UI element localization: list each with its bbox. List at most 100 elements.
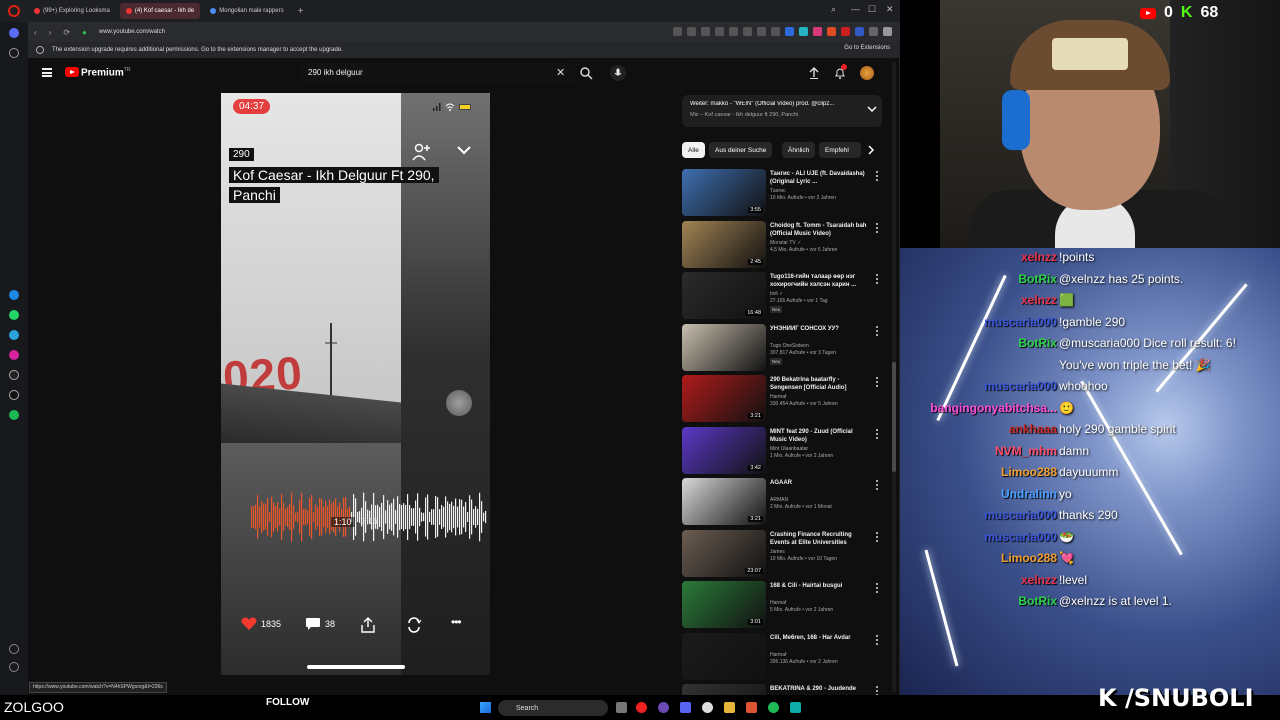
chat-username[interactable]: bangingonyabitchsa... — [930, 401, 1057, 415]
page-scrollbar[interactable] — [892, 62, 896, 692]
spotify-taskbar-icon[interactable] — [768, 702, 779, 713]
chips-next-icon[interactable] — [867, 145, 875, 155]
video-title[interactable]: Choidog ft. Tomm - Tsaraidah bah (Offici… — [770, 222, 868, 238]
add-person-icon[interactable] — [411, 143, 431, 161]
snapshot-icon[interactable] — [673, 27, 682, 36]
forward-icon[interactable]: › — [49, 28, 52, 37]
video-channel[interactable]: Tugo OneSixteen — [770, 343, 868, 350]
chat-username[interactable]: ankhaaa — [1009, 422, 1057, 436]
tab-mongolian-rappers[interactable]: Mongolian male rappers — [204, 3, 289, 19]
upload-icon[interactable] — [807, 66, 821, 80]
more-actions-icon[interactable] — [876, 222, 878, 233]
chat-username[interactable]: Limoo288 — [1001, 551, 1057, 565]
control-knob[interactable] — [446, 390, 472, 416]
video-list-item[interactable]: УНЭНИЙГ СОНСОХ УУ? Tugo OneSixteen 307.817… — [682, 322, 882, 374]
opera-taskbar-icon[interactable] — [636, 702, 647, 713]
youtube-logo-icon[interactable] — [65, 67, 79, 77]
up-next-card[interactable]: Weiter: makko - "WEIN" (Official Video) … — [682, 95, 882, 127]
video-channel[interactable]: Harmaf — [770, 652, 868, 659]
video-channel[interactable]: boli ✓ — [770, 291, 868, 298]
more-options-icon[interactable]: ••• — [451, 615, 462, 629]
video-title[interactable]: Crashing Finance Recruiting Events at El… — [770, 531, 868, 547]
more-actions-icon[interactable] — [876, 325, 878, 336]
video-thumbnail[interactable]: 23:07 — [682, 529, 766, 577]
opera-logo-icon[interactable] — [8, 5, 20, 17]
comment-button[interactable]: 38 — [305, 617, 335, 631]
more-actions-icon[interactable] — [876, 480, 878, 490]
heart-outline-icon[interactable] — [729, 27, 738, 36]
more-actions-icon[interactable] — [876, 634, 878, 645]
video-channel[interactable]: James — [770, 549, 868, 556]
like-button[interactable]: 1835 — [241, 617, 281, 631]
task-view-icon[interactable] — [616, 702, 627, 713]
search-icon[interactable] — [579, 66, 593, 80]
more-actions-icon[interactable] — [876, 531, 878, 542]
minimize-icon[interactable]: — — [851, 4, 860, 14]
chat-username[interactable]: muscaria000 — [984, 530, 1057, 544]
video-channel[interactable]: ARMAN — [770, 497, 868, 504]
file-explorer-icon[interactable] — [724, 702, 735, 713]
video-thumbnail[interactable]: 3:01 — [682, 581, 766, 628]
chip-from-search[interactable]: Aus deiner Suche — [709, 142, 773, 158]
url-field[interactable]: www.youtube.com/watch — [99, 29, 165, 35]
more-actions-icon[interactable] — [876, 274, 878, 284]
chat-username[interactable]: muscaria000 — [984, 508, 1057, 522]
video-list-item[interactable]: Cili, Me6ren, 168 - Har Avdar Harmaf 395.1… — [682, 631, 882, 683]
whatsapp-icon[interactable] — [9, 310, 19, 320]
video-list-item[interactable]: 3:21 290 Bekatrina baatarfly - Sengensen … — [682, 373, 882, 425]
chat-username[interactable]: BotRix — [1018, 272, 1057, 286]
tab-exploring-looksmaxxing[interactable]: (99+) Exploring Looksma — [28, 3, 116, 19]
video-thumbnail[interactable]: 3:21 — [682, 478, 766, 525]
telegram-icon[interactable] — [9, 330, 19, 340]
video-list-item[interactable]: 2:45 Choidog ft. Tomm - Tsaraidah bah (Of… — [682, 219, 882, 271]
collapse-chevron-icon[interactable] — [457, 145, 471, 155]
maximize-icon[interactable]: ☐ — [868, 4, 876, 15]
go-to-extensions-button[interactable]: Go to Extensions — [844, 45, 890, 51]
video-list-item[interactable]: 3:42 MINT feat 290 - Zuud (Official Music… — [682, 425, 882, 477]
close-window-icon[interactable]: ✕ — [886, 4, 894, 15]
share-icon[interactable] — [361, 617, 375, 633]
video-list-item[interactable]: 3:55 Тангис - ALI UJE (ft. Davaidasha) (O… — [682, 167, 882, 219]
video-list-item[interactable]: 3:01 168 & Cili - Hairtai busgui Harmaf 5 M… — [682, 579, 882, 631]
messenger-icon[interactable] — [9, 290, 19, 300]
chip-related[interactable]: Ähnlich — [782, 142, 816, 158]
more-actions-icon[interactable] — [876, 171, 878, 181]
discord-taskbar-icon[interactable] — [680, 702, 691, 713]
reload-icon[interactable]: ⟳ — [63, 28, 70, 37]
chat-username[interactable]: xelnzz — [1021, 573, 1057, 587]
extension-orange-icon[interactable] — [827, 27, 836, 36]
extension-red-icon[interactable] — [841, 27, 850, 36]
chat-username[interactable]: BotRix — [1018, 336, 1057, 350]
video-channel[interactable]: Monstar TV ✓ — [770, 240, 868, 247]
expand-chevron-icon[interactable] — [867, 105, 877, 113]
more-actions-icon[interactable] — [876, 583, 878, 593]
chat-username[interactable]: xelnzz — [1021, 250, 1057, 264]
brave-taskbar-icon[interactable] — [746, 702, 757, 713]
video-title[interactable]: УНЭНИЙГ СОНСОХ УУ? — [770, 325, 868, 333]
more-actions-icon[interactable] — [876, 377, 878, 387]
search-input[interactable]: 290 ikh delguur — [300, 63, 578, 83]
video-list-item[interactable]: 16:48 Tugo116-гийн талаар өөр нэг хохирог… — [682, 270, 882, 322]
video-title[interactable]: Cili, Me6ren, 168 - Har Avdar — [770, 634, 868, 642]
x-icon[interactable] — [9, 390, 19, 400]
extensions-menu-icon[interactable] — [869, 27, 878, 36]
video-title[interactable]: 168 & Cili - Hairtai busgui — [770, 582, 868, 590]
windows-start-icon[interactable] — [480, 702, 491, 713]
camera-icon[interactable] — [687, 27, 696, 36]
obs-taskbar-icon[interactable] — [658, 702, 669, 713]
back-icon[interactable]: ‹ — [34, 28, 37, 37]
video-channel[interactable]: Harmaf — [770, 394, 868, 401]
chat-username[interactable]: Undralinn — [1001, 487, 1057, 501]
chip-recommended[interactable]: Empfehl — [819, 142, 861, 158]
extension-teal-icon[interactable] — [799, 27, 808, 36]
video-title[interactable]: Tugo116-гийн талаар өөр нэг хохирогчийн … — [770, 273, 868, 289]
video-channel[interactable]: Тангис — [770, 188, 868, 195]
scrollbar-thumb[interactable] — [892, 362, 896, 472]
instagram-icon[interactable] — [9, 350, 19, 360]
video-title[interactable]: Тангис - ALI UJE (ft. Davaidasha) (Origi… — [770, 170, 868, 186]
new-tab-button[interactable]: + — [298, 6, 304, 17]
speed-dial-icon[interactable] — [9, 48, 19, 58]
chat-username[interactable]: NVM_mhm — [995, 444, 1057, 458]
video-thumbnail[interactable] — [682, 323, 766, 371]
chrome-taskbar-icon[interactable] — [702, 702, 713, 713]
